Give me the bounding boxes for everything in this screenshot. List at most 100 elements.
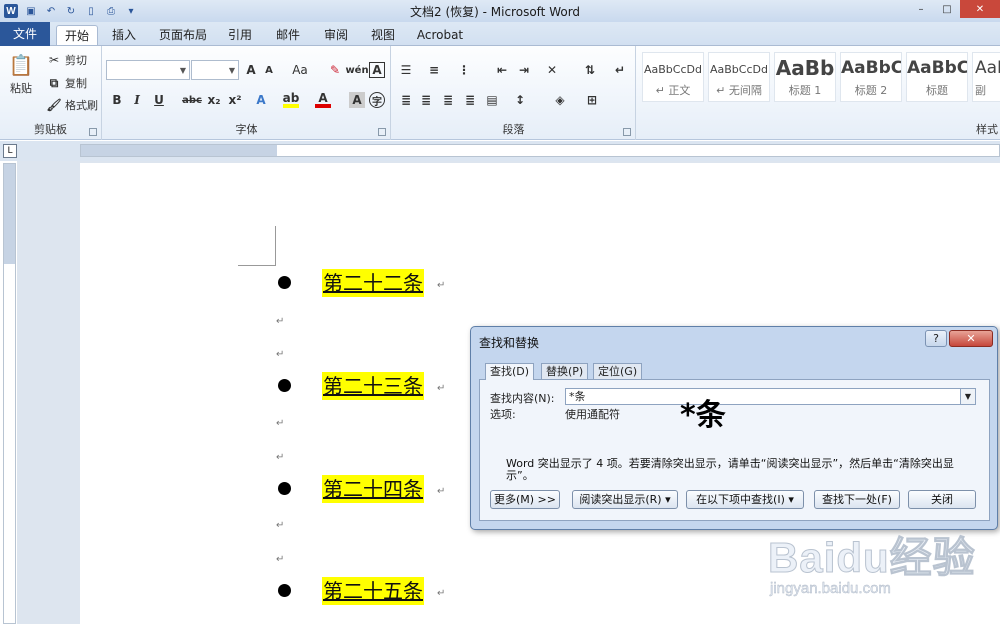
subscript-button[interactable]: x₂ [206,92,222,108]
strikethrough-button[interactable]: abc [181,92,203,108]
show-marks-button[interactable]: ↵ [612,62,628,78]
maximize-button[interactable]: □ [934,0,960,18]
style-no-spacing[interactable]: AaBbCcDd ↵ 无间隔 [708,52,770,102]
borders-button[interactable]: ⊞ [584,92,600,108]
more-button[interactable]: 更多(M) >> [490,490,560,509]
font-color-button[interactable]: A [315,91,331,108]
style-name: ↵ 正文 [655,84,691,97]
paragraph-mark: ↵ [437,383,446,394]
paste-button[interactable]: 📋 粘贴 [8,52,34,96]
tab-insert[interactable]: 插入 [106,25,142,45]
article-heading-25[interactable]: 第二十五条 [322,577,424,605]
multilevel-list-button[interactable]: ⋮ [456,62,472,78]
style-subtitle[interactable]: AaB 副 [972,52,1000,102]
chevron-down-icon[interactable]: ▼ [960,389,975,404]
find-what-input[interactable]: *条 ▼ [565,388,976,405]
highlight-status-message: Word 突出显示了 4 项。若要清除突出显示，请单击“阅读突出显示”，然后单击… [506,457,954,482]
shrink-font-button[interactable]: A [261,62,277,78]
phonetic-guide-button[interactable]: wén [345,62,368,78]
clear-formatting-button[interactable]: ✎ [327,62,343,78]
increase-indent-icon: ⇥ [518,63,530,77]
cut-button[interactable]: ✂ 剪切 [46,52,87,68]
text-effects-icon: A [256,93,266,107]
font-size-combo[interactable]: ▼ [191,60,239,80]
tab-mailings[interactable]: 邮件 [270,25,306,45]
borders-icon: ⊞ [586,93,598,107]
window-controls: – □ ✕ [908,0,1000,18]
line-spacing-button[interactable]: ↕ [512,92,528,108]
style-title[interactable]: AaBbC 标题 [906,52,968,102]
font-launcher[interactable] [378,128,386,136]
tab-references[interactable]: 引用 [222,25,258,45]
tab-review[interactable]: 审阅 [318,25,354,45]
paragraph-mark: ↵ [276,520,285,531]
distributed-icon: ▤ [486,93,498,107]
tab-find[interactable]: 查找(D) [485,363,535,380]
tab-selector[interactable]: L [3,144,17,158]
tab-home[interactable]: 开始 [56,25,98,45]
grow-font-icon: A [246,63,256,77]
underline-button[interactable]: U [151,92,167,108]
minimize-button[interactable]: – [908,0,934,18]
tab-acrobat[interactable]: Acrobat [414,25,466,45]
tab-file[interactable]: 文件 [0,22,50,46]
style-name: 标题 [926,84,948,97]
line-spacing-icon: ↕ [514,93,526,107]
italic-button[interactable]: I [129,92,145,108]
grow-font-button[interactable]: A [243,62,259,78]
reading-highlight-button[interactable]: 阅读突出显示(R) ▾ [572,490,678,509]
close-window-button[interactable]: ✕ [960,0,1000,18]
superscript-button[interactable]: x² [227,92,243,108]
style-heading-1[interactable]: AaBb 标题 1 [774,52,836,102]
tab-page-layout[interactable]: 页面布局 [152,25,214,45]
align-left-button[interactable]: ≣ [398,92,414,108]
chinese-layout-button[interactable]: ✕ [544,62,560,78]
numbering-button[interactable]: ≡ [426,62,442,78]
clipboard-launcher[interactable] [89,128,97,136]
align-center-button[interactable]: ≣ [418,92,434,108]
style-name: ↵ 无间隔 [716,84,762,97]
increase-indent-button[interactable]: ⇥ [516,62,532,78]
character-border-button[interactable]: A [369,62,385,78]
bold-button[interactable]: B [109,92,125,108]
sort-button[interactable]: ⇅ [582,62,598,78]
numbered-list-icon: ≡ [428,63,440,77]
font-group: ▼ ▼ A A Aa ✎ wén A B I U abc x₂ x² A ab … [103,46,391,140]
dialog-close-button[interactable]: ✕ [949,330,993,347]
style-heading-2[interactable]: AaBbC 标题 2 [840,52,902,102]
vertical-ruler[interactable] [3,163,16,624]
style-sample: AaBbC [841,58,901,78]
distributed-button[interactable]: ▤ [484,92,500,108]
paragraph-shading-button[interactable]: ◈ [552,92,568,108]
brush-icon: 🖌 [46,98,62,112]
text-effects-button[interactable]: A [253,92,269,108]
character-shading-button[interactable]: A [349,92,365,108]
align-right-button[interactable]: ≣ [440,92,456,108]
bullets-button[interactable]: ☰ [398,62,414,78]
style-normal[interactable]: AaBbCcDd ↵ 正文 [642,52,704,102]
italic-icon: I [134,93,140,107]
close-button[interactable]: 关闭 [908,490,976,509]
article-heading-24[interactable]: 第二十四条 [322,475,424,503]
change-case-button[interactable]: Aa [289,62,311,78]
tab-view[interactable]: 视图 [365,25,401,45]
find-in-button[interactable]: 在以下项中查找(I) ▾ [686,490,804,509]
decrease-indent-button[interactable]: ⇤ [494,62,510,78]
enclose-icon: 字 [369,92,385,108]
cut-label: 剪切 [65,54,87,67]
shrink-font-icon: A [265,64,273,76]
font-name-combo[interactable]: ▼ [106,60,190,80]
copy-button[interactable]: ⧉ 复制 [46,75,87,91]
format-painter-button[interactable]: 🖌 格式刷 [46,97,98,113]
find-next-button[interactable]: 查找下一处(F) [814,490,900,509]
article-heading-23[interactable]: 第二十三条 [322,372,424,400]
justify-button[interactable]: ≣ [462,92,478,108]
horizontal-ruler[interactable] [80,144,1000,157]
chevron-down-icon: ▼ [228,65,236,75]
highlight-color-button[interactable]: ab [283,91,299,108]
help-button[interactable]: ? [925,330,947,347]
enclose-characters-button[interactable]: 字 [369,92,385,108]
paragraph-launcher[interactable] [623,128,631,136]
article-heading-22[interactable]: 第二十二条 [322,269,424,297]
bullet-point [278,379,291,392]
